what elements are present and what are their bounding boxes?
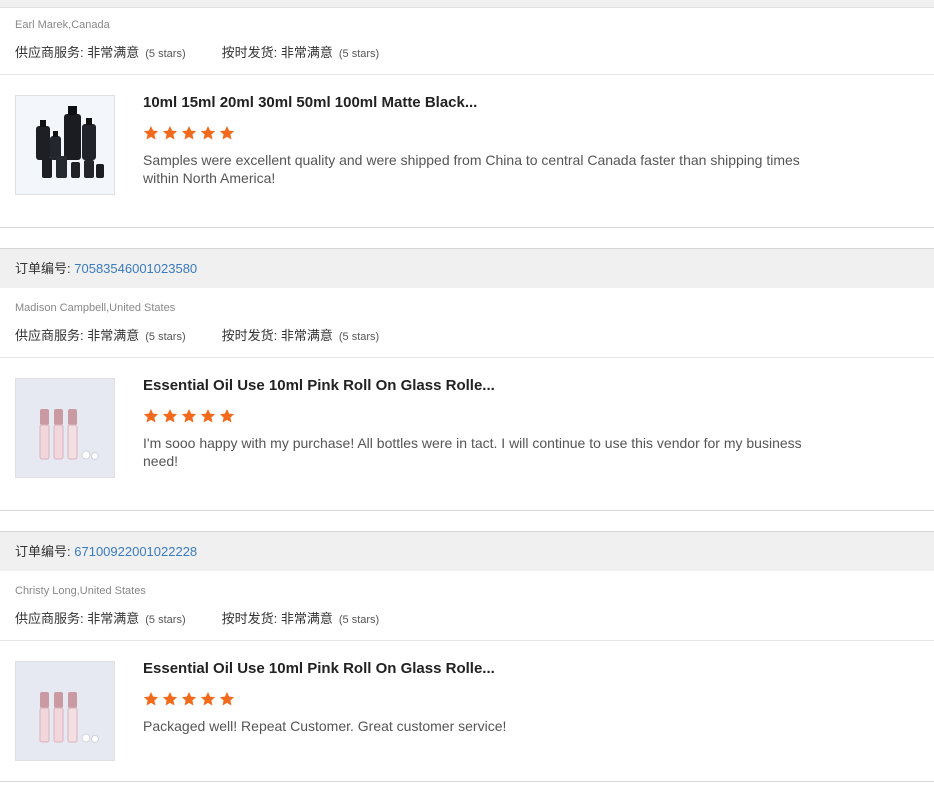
star-rating xyxy=(143,691,235,707)
delivery-value: 非常满意 xyxy=(280,328,333,343)
order-label: 订单编号: xyxy=(15,261,71,276)
reviewer-name: Madison Campbell,United States xyxy=(15,302,176,314)
review-card-2: 订单编号: 70583546001023580 Madison Campbell… xyxy=(0,248,934,511)
supplier-stars-text: (5 stars) xyxy=(145,331,186,343)
delivery-label: 按时发货: xyxy=(221,45,278,60)
supplier-stars-text: (5 stars) xyxy=(145,48,186,60)
divider xyxy=(0,227,934,228)
star-icon xyxy=(162,692,178,706)
order-bar: 订单编号: 67100922001022228 xyxy=(0,531,934,571)
order-bar: 订单编号: 70583546001023580 xyxy=(0,248,934,288)
star-icon xyxy=(181,126,197,140)
star-rating xyxy=(143,408,235,424)
order-number-link[interactable]: 67100922001022228 xyxy=(74,544,197,559)
star-icon xyxy=(219,409,235,423)
ratings-row: 供应商服务: 非常满意 (5 stars) 按时发货: 非常满意 (5 stars) xyxy=(0,608,379,627)
top-strip xyxy=(0,0,934,8)
supplier-stars-text: (5 stars) xyxy=(145,614,186,626)
star-icon xyxy=(219,126,235,140)
order-number-link[interactable]: 70583546001023580 xyxy=(74,261,197,276)
star-icon xyxy=(143,126,159,140)
star-icon xyxy=(200,692,216,706)
supplier-service-value: 非常满意 xyxy=(87,45,140,60)
star-icon xyxy=(162,409,178,423)
star-icon xyxy=(200,126,216,140)
review-text: I'm sooo happy with my purchase! All bot… xyxy=(143,435,802,469)
pink-roll-on-image xyxy=(39,692,99,743)
divider xyxy=(0,510,934,511)
review-text: Packaged well! Repeat Customer. Great cu… xyxy=(143,718,507,734)
reviewer-name: Earl Marek,Canada xyxy=(15,19,110,31)
star-icon xyxy=(219,692,235,706)
star-icon xyxy=(181,692,197,706)
delivery-label: 按时发货: xyxy=(221,611,278,626)
delivery-label: 按时发货: xyxy=(221,328,278,343)
supplier-service-value: 非常满意 xyxy=(87,611,140,626)
supplier-service-label: 供应商服务: xyxy=(15,611,84,626)
star-icon xyxy=(143,409,159,423)
product-title[interactable]: 10ml 15ml 20ml 30ml 50ml 100ml Matte Bla… xyxy=(143,94,477,111)
product-thumbnail[interactable] xyxy=(15,661,115,761)
pink-roll-on-image xyxy=(39,409,99,460)
divider xyxy=(0,357,934,358)
delivery-stars-text: (5 stars) xyxy=(338,331,380,343)
divider xyxy=(0,781,934,782)
product-title[interactable]: Essential Oil Use 10ml Pink Roll On Glas… xyxy=(143,377,495,394)
star-icon xyxy=(143,692,159,706)
delivery-value: 非常满意 xyxy=(280,611,333,626)
product-thumbnail[interactable] xyxy=(15,378,115,478)
divider xyxy=(0,640,934,641)
divider xyxy=(0,74,934,75)
black-bottles-image xyxy=(36,106,104,178)
star-icon xyxy=(162,126,178,140)
delivery-value: 非常满意 xyxy=(280,45,333,60)
supplier-service-value: 非常满意 xyxy=(87,328,140,343)
ratings-row: 供应商服务: 非常满意 (5 stars) 按时发货: 非常满意 (5 stars) xyxy=(0,325,379,344)
star-icon xyxy=(200,409,216,423)
supplier-service-label: 供应商服务: xyxy=(15,45,84,60)
delivery-stars-text: (5 stars) xyxy=(338,614,380,626)
star-rating xyxy=(143,125,235,141)
product-thumbnail[interactable] xyxy=(15,95,115,195)
product-title[interactable]: Essential Oil Use 10ml Pink Roll On Glas… xyxy=(143,660,495,677)
order-label: 订单编号: xyxy=(15,544,71,559)
star-icon xyxy=(181,409,197,423)
ratings-row: 供应商服务: 非常满意 (5 stars) 按时发货: 非常满意 (5 stars) xyxy=(0,42,379,61)
reviewer-name: Christy Long,United States xyxy=(15,585,146,597)
supplier-service-label: 供应商服务: xyxy=(15,328,84,343)
review-card-3: 订单编号: 67100922001022228 Christy Long,Uni… xyxy=(0,531,934,782)
delivery-stars-text: (5 stars) xyxy=(338,48,380,60)
review-text: Samples were excellent quality and were … xyxy=(143,152,800,186)
